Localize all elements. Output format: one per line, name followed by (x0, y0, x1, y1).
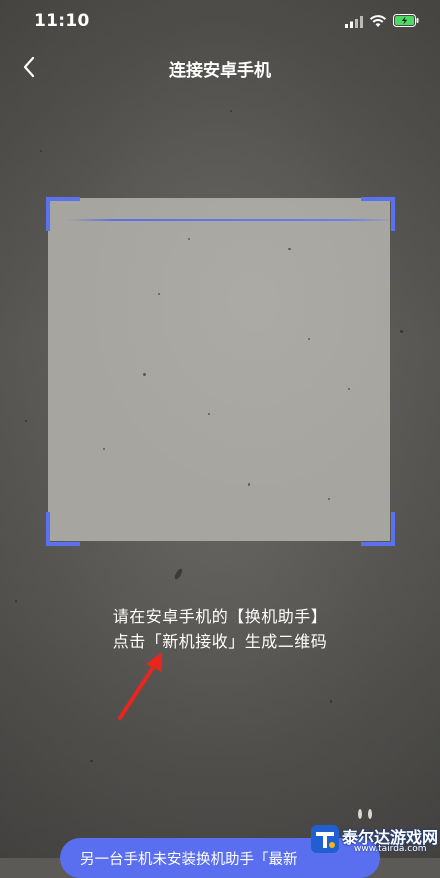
scan-corner-top-right (361, 197, 395, 231)
hint-line-2: 点击「新机接收」生成二维码 (112, 632, 328, 651)
scan-line (66, 219, 390, 221)
battery-charging-icon (393, 14, 419, 27)
sparkle-icon (358, 809, 372, 819)
status-time: 11:10 (34, 11, 90, 31)
annotation-arrow-icon (118, 652, 162, 720)
watermark-logo-icon (311, 825, 339, 853)
scan-corner-bottom-left (46, 512, 80, 546)
watermark-url: www.tairda.com (354, 844, 427, 854)
nav-bar: 连接安卓手机 (0, 44, 440, 90)
hint-line-1: 请在安卓手机的【换机助手】 (112, 607, 328, 626)
qr-scan-area (48, 198, 390, 541)
site-watermark: 泰尔达游戏网 www.tairda.com (304, 820, 440, 858)
scan-corner-bottom-right (361, 512, 395, 546)
signal-icon (345, 16, 363, 28)
page-title: 连接安卓手机 (169, 61, 271, 81)
wifi-icon (369, 15, 387, 27)
scan-corner-top-left (46, 197, 80, 231)
status-bar: 11:10 (0, 0, 440, 44)
